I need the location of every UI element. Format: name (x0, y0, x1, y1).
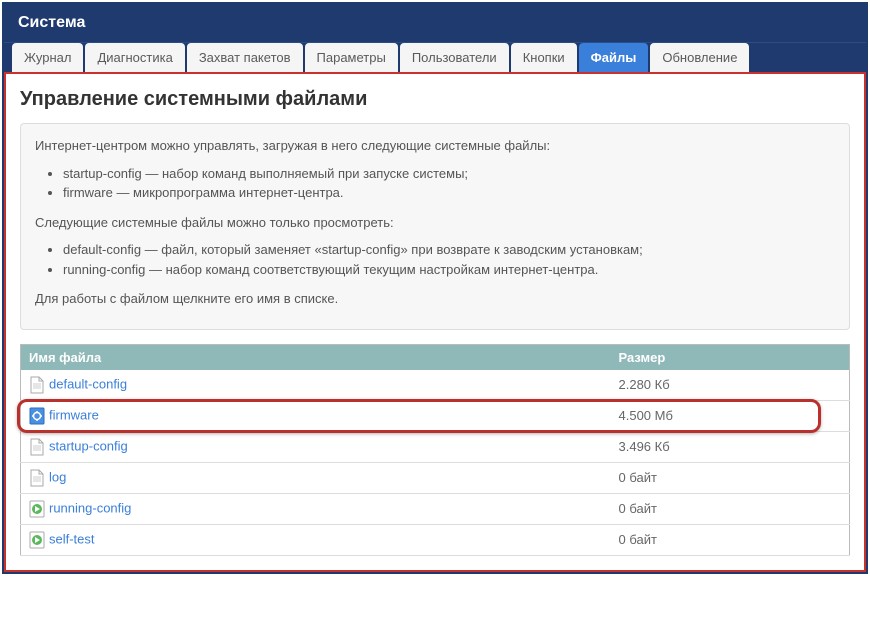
file-icon (29, 469, 45, 487)
file-link[interactable]: self-test (49, 531, 95, 546)
run-icon (29, 531, 45, 549)
table-row: running-config 0 байт (21, 493, 850, 524)
file-link[interactable]: firmware (49, 407, 99, 422)
tab-файлы[interactable]: Файлы (579, 43, 649, 72)
info-list-1-item: firmware — микропрограмма интернет-центр… (63, 183, 835, 203)
info-list-1-item: startup-config — набор команд выполняемы… (63, 164, 835, 184)
tab-параметры[interactable]: Параметры (305, 43, 398, 72)
run-icon (29, 500, 45, 518)
file-size-cell: 0 байт (611, 462, 850, 493)
info-list-2-item: running-config — набор команд соответств… (63, 260, 835, 280)
info-intro-1: Интернет-центром можно управлять, загруж… (35, 136, 835, 156)
file-size-cell: 2.280 Кб (611, 370, 850, 401)
file-name-cell: self-test (21, 524, 611, 555)
tab-кнопки[interactable]: Кнопки (511, 43, 577, 72)
file-name-cell: startup-config (21, 431, 611, 462)
col-header-name: Имя файла (21, 344, 611, 370)
info-list-2-item: default-config — файл, который заменяет … (63, 240, 835, 260)
table-row: firmware 4.500 Мб (21, 400, 850, 431)
info-list-2: default-config — файл, который заменяет … (63, 240, 835, 279)
app-window: Система ЖурналДиагностикаЗахват пакетовП… (2, 2, 868, 574)
file-size-cell: 0 байт (611, 524, 850, 555)
file-name-cell: running-config (21, 493, 611, 524)
info-intro-2: Следующие системные файлы можно только п… (35, 213, 835, 233)
file-link[interactable]: startup-config (49, 438, 128, 453)
table-row: default-config 2.280 Кб (21, 370, 850, 401)
file-link[interactable]: running-config (49, 500, 131, 515)
tab-пользователи[interactable]: Пользователи (400, 43, 509, 72)
tab-bar: ЖурналДиагностикаЗахват пакетовПараметры… (4, 42, 866, 72)
table-row: log 0 байт (21, 462, 850, 493)
file-link[interactable]: log (49, 469, 66, 484)
file-table: Имя файла Размер default-config2.280 Кбf… (20, 344, 850, 556)
file-size-cell: 4.500 Мб (611, 400, 850, 431)
info-list-1: startup-config — набор команд выполняемы… (63, 164, 835, 203)
tab-журнал[interactable]: Журнал (12, 43, 83, 72)
file-link[interactable]: default-config (49, 376, 127, 391)
info-box: Интернет-центром можно управлять, загруж… (20, 123, 850, 330)
file-icon (29, 376, 45, 394)
file-size-cell: 3.496 Кб (611, 431, 850, 462)
file-icon (29, 438, 45, 456)
tab-диагностика[interactable]: Диагностика (85, 43, 184, 72)
content-panel: Управление системными файлами Интернет-ц… (4, 72, 866, 572)
info-intro-3: Для работы с файлом щелкните его имя в с… (35, 289, 835, 309)
header-title: Система (18, 14, 85, 31)
table-row: self-test 0 байт (21, 524, 850, 555)
page-title: Управление системными файлами (20, 88, 850, 111)
tab-захват пакетов[interactable]: Захват пакетов (187, 43, 303, 72)
file-name-cell: log (21, 462, 611, 493)
gear-icon (29, 407, 45, 425)
file-name-cell: default-config (21, 370, 611, 401)
file-name-cell: firmware (21, 400, 611, 431)
file-table-wrap: Имя файла Размер default-config2.280 Кбf… (20, 344, 850, 556)
table-row: startup-config 3.496 Кб (21, 431, 850, 462)
file-size-cell: 0 байт (611, 493, 850, 524)
header-bar: Система (4, 4, 866, 42)
col-header-size: Размер (611, 344, 850, 370)
tab-обновление[interactable]: Обновление (650, 43, 749, 72)
